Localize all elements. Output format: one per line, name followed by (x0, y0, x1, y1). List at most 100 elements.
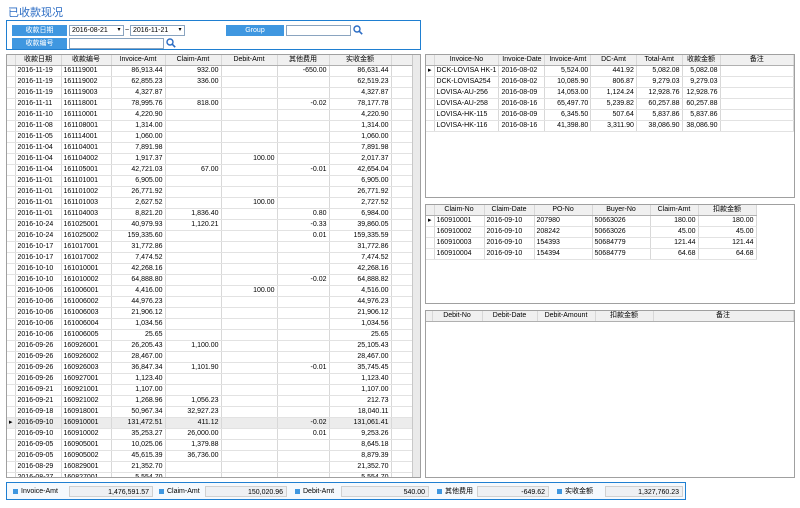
table-cell: 160910002 (434, 226, 485, 238)
table-cell: 131,061.41 (329, 417, 392, 429)
group-input[interactable] (286, 25, 351, 36)
date-from-select[interactable]: 2016-08-21 ▾ (69, 25, 124, 36)
column-header[interactable]: 其他费用 (277, 55, 330, 66)
table-row[interactable]: 2016-09-10 160910002 35,253.27 26,000.00 0.0… (7, 428, 415, 440)
table-row[interactable]: 160910003 2016-09-10 154393 50684779 121.44 1… (426, 237, 757, 249)
column-header[interactable]: Claim-Date (484, 205, 535, 216)
column-header[interactable]: Claim-No (434, 205, 485, 216)
column-header[interactable]: Debit-No (432, 311, 483, 322)
table-cell: 161119002 (61, 76, 112, 88)
search-icon[interactable] (166, 38, 176, 48)
column-header[interactable]: 收款编号 (61, 55, 112, 66)
column-header[interactable]: Debit-Date (482, 311, 538, 322)
column-header[interactable]: Total-Amt (636, 55, 683, 66)
table-row[interactable]: DCK-LOVISA254 2016-08-02 10,085.90 806.87 9,… (426, 76, 794, 88)
table-row[interactable]: 2016-11-19 161119002 62,855.23 336.00 62,519… (7, 76, 415, 88)
table-row[interactable]: 2016-11-01 161101001 6,905.00 6,905.00 (7, 175, 415, 187)
table-row[interactable]: 2016-10-24 161025001 40,979.93 1,120.21 -0.3… (7, 219, 415, 231)
table-row[interactable]: 2016-11-04 161104002 1,917.37 100.00 2,017.3… (7, 153, 415, 165)
column-header[interactable]: 实收金额 (329, 55, 392, 66)
table-row[interactable]: 2016-10-06 161006004 1,034.56 1,034.56 (7, 318, 415, 330)
table-row[interactable]: ▸ DCK-LOVISA HK-1 2016-08-02 5,524.00 441.92… (426, 65, 794, 77)
table-row[interactable]: 2016-11-01 161101002 26,771.92 26,771.92 (7, 186, 415, 198)
table-cell: 1,123.40 (329, 373, 392, 385)
table-row[interactable]: 160910004 2016-09-10 154394 50684779 64.68 64… (426, 248, 757, 260)
table-row[interactable]: 2016-10-06 161006005 25.65 25.65 (7, 329, 415, 341)
table-row[interactable]: 2016-10-24 161025002 159,335.60 0.01 159,335… (7, 230, 415, 242)
column-header[interactable]: 收款日期 (15, 55, 62, 66)
table-row[interactable]: 2016-10-10 161010002 64,888.80 -0.02 64,888.… (7, 274, 415, 286)
table-cell: 1,060.00 (111, 131, 166, 143)
table-cell: 28,467.00 (111, 351, 166, 363)
column-header[interactable]: Claim-Amt (650, 205, 699, 216)
table-row[interactable]: 2016-09-05 160905002 45,615.39 36,736.00 8,8… (7, 450, 415, 462)
column-header[interactable]: 收款金额 (682, 55, 721, 66)
table-row[interactable]: 2016-11-10 161110001 4,220.90 4,220.90 (7, 109, 415, 121)
table-row[interactable]: 2016-11-05 161114001 1,060.00 1,060.00 (7, 131, 415, 143)
table-row[interactable]: ▸ 2016-09-10 160910001 131,472.51 411.12 -0.0… (7, 417, 415, 429)
table-row[interactable]: 160910002 2016-09-10 208242 50663026 45.00 45… (426, 226, 757, 238)
table-row[interactable]: 2016-11-04 161104001 7,891.98 7,891.98 (7, 142, 415, 154)
table-cell (277, 439, 330, 451)
table-row[interactable]: 2016-08-27 160827001 5,554.70 5,554.70 (7, 472, 415, 477)
table-row[interactable]: 2016-11-19 161119001 86,913.44 932.00 -650.0… (7, 65, 415, 77)
table-cell (391, 318, 415, 330)
table-row[interactable]: 2016-10-06 161006003 21,906.12 21,906.12 (7, 307, 415, 319)
table-cell (391, 362, 415, 374)
table-row[interactable]: 2016-09-18 160918001 50,967.34 32,927.23 18,… (7, 406, 415, 418)
table-row[interactable]: 2016-09-21 160921001 1,107.00 1,107.00 (7, 384, 415, 396)
column-header[interactable]: Claim-Amt (165, 55, 222, 66)
table-row[interactable]: 2016-11-19 161119003 4,327.87 4,327.87 (7, 87, 415, 99)
table-cell (277, 340, 330, 352)
column-header[interactable]: 扣款金额 (698, 205, 757, 216)
date-to-select[interactable]: 2016-11-21 ▾ (130, 25, 185, 36)
chevron-down-icon[interactable]: ▾ (176, 26, 184, 35)
column-header[interactable]: Invoice-Date (498, 55, 546, 66)
search-icon[interactable] (353, 25, 363, 35)
table-row[interactable]: 2016-08-29 160829001 21,352.70 21,352.70 (7, 461, 415, 473)
table-row[interactable]: 2016-11-08 161108001 1,314.00 1,314.00 (7, 120, 415, 132)
table-row[interactable]: LOVISA-HK-115 2016-08-09 6,345.50 507.64 5,8… (426, 109, 794, 121)
table-row[interactable]: 2016-11-04 161105001 42,721.03 67.00 -0.01 42… (7, 164, 415, 176)
table-row[interactable]: 2016-10-17 161017001 31,772.86 31,772.86 (7, 241, 415, 253)
column-header[interactable]: PO-No (534, 205, 593, 216)
no-input[interactable] (69, 38, 164, 49)
chevron-down-icon[interactable]: ▾ (115, 26, 123, 35)
column-header[interactable]: 备注 (720, 55, 794, 66)
table-row[interactable]: 2016-10-17 161017002 7,474.52 7,474.52 (7, 252, 415, 264)
table-row[interactable]: LOVISA-HK-116 2016-08-16 41,398.80 3,311.90… (426, 120, 794, 132)
column-header[interactable]: Invoice-Amt (111, 55, 166, 66)
column-header[interactable]: Buyer-No (592, 205, 651, 216)
table-cell (391, 296, 415, 308)
table-row[interactable]: 2016-09-26 160926003 36,847.34 1,101.90 -0.0… (7, 362, 415, 374)
table-cell: 9,279.03 (682, 76, 721, 88)
column-header[interactable]: 扣款金额 (595, 311, 654, 322)
table-row[interactable]: 2016-11-11 161118001 78,995.76 818.00 -0.02 7… (7, 98, 415, 110)
table-row[interactable]: LOVISA-AU-258 2016-08-16 65,497.70 5,239.82… (426, 98, 794, 110)
vertical-scrollbar[interactable] (412, 55, 420, 477)
table-row[interactable]: 2016-09-26 160927001 1,123.40 1,123.40 (7, 373, 415, 385)
table-row[interactable]: 2016-11-01 161101003 2,627.52 100.00 2,727.5… (7, 197, 415, 209)
column-header[interactable]: Debit-Amt (221, 55, 278, 66)
table-row[interactable]: 2016-11-01 161104003 8,821.20 1,836.40 0.80 6… (7, 208, 415, 220)
table-cell: 2016-09-18 (15, 406, 62, 418)
column-header[interactable]: DC-Amt (590, 55, 637, 66)
table-row[interactable]: 2016-10-06 161006001 4,416.00 100.00 4,516.0… (7, 285, 415, 297)
table-cell (277, 351, 330, 363)
column-header[interactable]: Debit-Amount (537, 311, 596, 322)
table-row[interactable]: 2016-10-10 161010001 42,268.16 42,268.16 (7, 263, 415, 275)
table-cell: 1,034.56 (329, 318, 392, 330)
table-row[interactable]: 2016-09-26 160926001 26,205.43 1,100.00 25,1… (7, 340, 415, 352)
column-header[interactable]: Invoice-Amt (544, 55, 592, 66)
table-cell (277, 384, 330, 396)
table-cell: 160905001 (61, 439, 112, 451)
table-row[interactable]: ▸ 160910001 2016-09-10 207980 50663026 180.00… (426, 215, 757, 227)
table-row[interactable]: 2016-10-06 161006002 44,976.23 44,976.23 (7, 296, 415, 308)
table-row[interactable]: 2016-09-21 160921002 1,268.96 1,056.23 212.7… (7, 395, 415, 407)
table-row[interactable]: LOVISA-AU-256 2016-08-09 14,053.00 1,124.24… (426, 87, 794, 99)
invoice-grid: Invoice-No Invoice-Date Invoice-Amt DC-Amt T… (425, 54, 795, 198)
table-row[interactable]: 2016-09-26 160926002 28,467.00 28,467.00 (7, 351, 415, 363)
column-header[interactable]: Invoice-No (434, 55, 500, 66)
table-row[interactable]: 2016-09-05 160905001 10,025.06 1,379.88 8,64… (7, 439, 415, 451)
column-header[interactable]: 备注 (653, 311, 794, 322)
